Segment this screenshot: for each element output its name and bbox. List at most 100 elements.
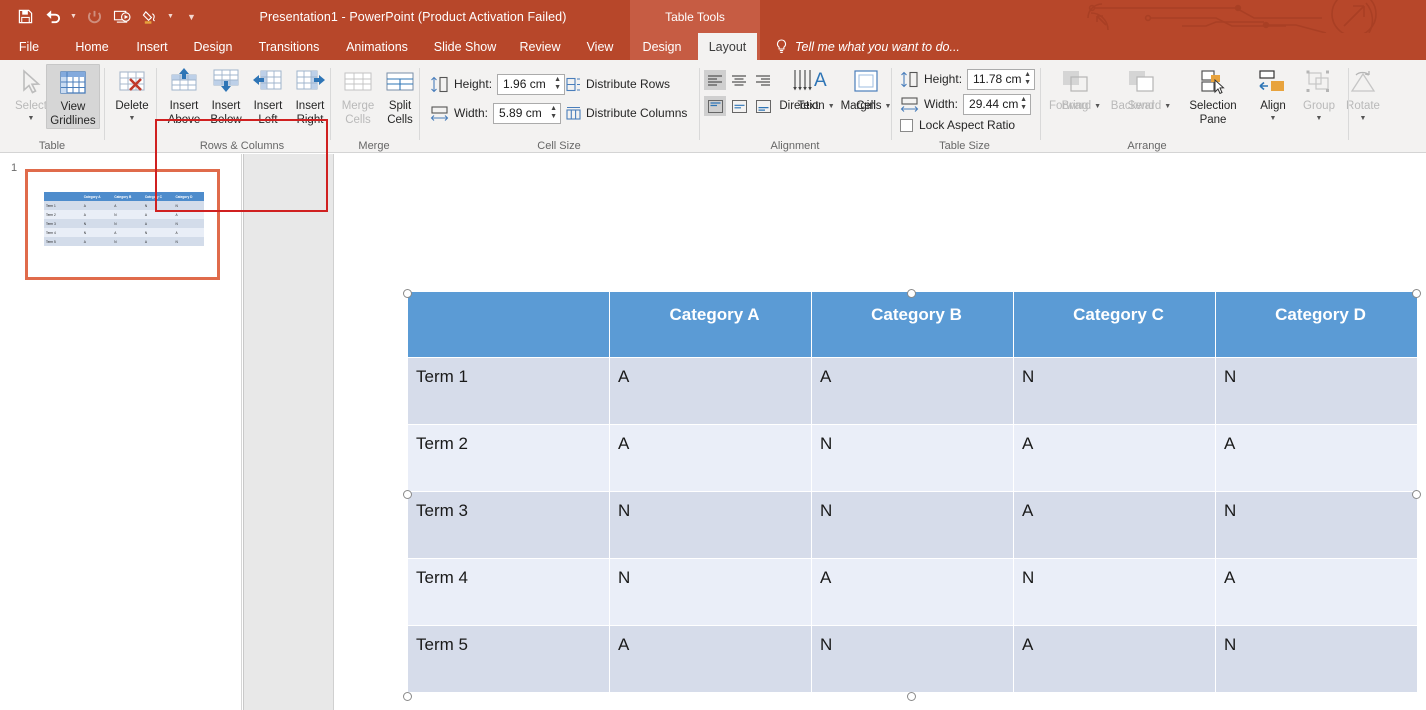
cell-width-input[interactable]: 5.89 cm ▲ ▼ <box>493 102 562 124</box>
tab-slide-show[interactable]: Slide Show <box>424 33 506 60</box>
align-objects-label: Align <box>1260 100 1286 112</box>
table-height-stepper[interactable]: ▲ ▼ <box>1024 71 1031 87</box>
table-cell[interactable]: A <box>1215 558 1418 626</box>
tab-file[interactable]: File <box>10 33 48 60</box>
table-cell[interactable]: A <box>811 357 1014 425</box>
align-center-icon[interactable] <box>728 70 750 90</box>
table-cell[interactable]: A <box>1013 424 1216 492</box>
tab-design[interactable]: Design <box>183 33 243 60</box>
tab-transitions[interactable]: Transitions <box>248 33 330 60</box>
table-cell[interactable]: N <box>1215 625 1418 693</box>
tell-me-search[interactable]: Tell me what you want to do... <box>775 33 960 60</box>
svg-text:A: A <box>814 70 827 91</box>
table-cell[interactable]: Term 4 <box>407 558 610 626</box>
selection-handle-middle-left[interactable] <box>403 490 412 499</box>
table-header-cell-4[interactable]: Category D <box>1215 291 1418 358</box>
insert-row-above-icon <box>168 64 200 100</box>
delete-dropdown-caret-icon[interactable]: ▼ <box>129 114 136 123</box>
text-direction-icon: A <box>787 64 827 100</box>
ribbon-group-arrange-label: Arrange <box>1127 140 1167 152</box>
table-cell[interactable]: N <box>1013 558 1216 626</box>
group-objects-button[interactable]: Group ▼ <box>1296 64 1342 123</box>
group-objects-caret-icon[interactable]: ▼ <box>1316 114 1323 123</box>
distribute-columns-button[interactable]: Distribute Columns <box>566 102 687 124</box>
align-middle-icon[interactable] <box>728 96 750 116</box>
select-dropdown-caret-icon[interactable]: ▼ <box>28 114 35 123</box>
table-header-cell-0[interactable] <box>407 291 610 358</box>
table-cell[interactable]: Term 5 <box>407 625 610 693</box>
align-bottom-icon[interactable] <box>752 96 774 116</box>
tab-review[interactable]: Review <box>511 33 569 60</box>
table-cell[interactable]: N <box>1215 357 1418 425</box>
delete-button[interactable]: Delete ▼ <box>105 64 159 123</box>
thumbnail-cell: N <box>112 219 143 228</box>
table-cell[interactable]: N <box>1215 491 1418 559</box>
cell-height-input[interactable]: 1.96 cm ▲ ▼ <box>497 73 566 95</box>
cell-width-stepper[interactable]: ▲ ▼ <box>550 105 557 121</box>
thumbnail-row: Term 2 A N A A <box>44 210 205 219</box>
cell-height-stepper[interactable]: ▲ ▼ <box>554 76 561 92</box>
merge-cells-icon <box>342 64 374 100</box>
selection-handle-bottom-left[interactable] <box>403 692 412 701</box>
selection-pane-button[interactable]: Selection Pane <box>1182 64 1244 127</box>
ribbon-tab-strip: File Home Insert Design Transitions Anim… <box>0 33 1426 60</box>
table-cell[interactable]: Term 3 <box>407 491 610 559</box>
tab-animations[interactable]: Animations <box>334 33 420 60</box>
table-width-input[interactable]: 29.44 cm ▲ ▼ <box>963 93 1032 115</box>
thumbnail-cell: N <box>142 228 174 237</box>
table-cell[interactable]: A <box>811 558 1014 626</box>
panel-splitter-bar[interactable] <box>243 154 244 710</box>
rotate-objects-caret-icon[interactable]: ▼ <box>1360 114 1367 123</box>
table-header-cell-1[interactable]: Category A <box>609 291 812 358</box>
slide-canvas[interactable]: Category A Category B Category C Categor… <box>334 163 1426 703</box>
selection-handle-top-right[interactable] <box>1412 289 1421 298</box>
table-cell[interactable]: A <box>1013 491 1216 559</box>
tab-table-design[interactable]: Design <box>634 33 690 60</box>
table-header-cell-3[interactable]: Category C <box>1013 291 1216 358</box>
table-cell[interactable]: A <box>609 357 812 425</box>
align-top-icon[interactable] <box>704 96 726 116</box>
text-direction-label-line1: Text <box>797 100 819 112</box>
thumbnail-cell: N <box>81 219 113 228</box>
view-gridlines-button[interactable]: View Gridlines <box>46 64 100 129</box>
table-cell[interactable]: A <box>1013 625 1216 693</box>
align-left-icon[interactable] <box>704 70 726 90</box>
table-cell[interactable]: A <box>609 625 812 693</box>
align-right-icon[interactable] <box>752 70 774 90</box>
insert-right-button[interactable]: Insert Right <box>283 64 337 127</box>
table-cell[interactable]: N <box>811 491 1014 559</box>
table-width-stepper[interactable]: ▲ ▼ <box>1020 96 1027 112</box>
align-objects-button[interactable]: Align ▼ <box>1250 64 1296 123</box>
table-height-input[interactable]: 11.78 cm ▲ ▼ <box>967 68 1036 90</box>
table-cell[interactable]: A <box>1215 424 1418 492</box>
selection-handle-top-center[interactable] <box>907 289 916 298</box>
table-cell[interactable]: N <box>811 424 1014 492</box>
table-cell[interactable]: Term 2 <box>407 424 610 492</box>
tab-insert[interactable]: Insert <box>126 33 178 60</box>
table-cell[interactable]: N <box>609 491 812 559</box>
view-gridlines-label-line1: View <box>60 101 86 113</box>
table-cell[interactable]: Term 1 <box>407 357 610 425</box>
lock-aspect-ratio-checkbox[interactable]: Lock Aspect Ratio <box>900 118 1015 132</box>
align-objects-caret-icon[interactable]: ▼ <box>1270 114 1277 123</box>
table-cell[interactable]: A <box>609 424 812 492</box>
insert-right-label-line1: Insert <box>295 100 325 112</box>
distribute-rows-button[interactable]: Distribute Rows <box>566 73 670 95</box>
slide-thumbnail-1[interactable]: Category A Category B Category C Categor… <box>25 169 220 280</box>
table-header-cell-2[interactable]: Category B <box>811 291 1014 358</box>
tab-view[interactable]: View <box>576 33 624 60</box>
table-cell[interactable]: N <box>811 625 1014 693</box>
tab-home[interactable]: Home <box>62 33 122 60</box>
selection-handle-middle-right[interactable] <box>1412 490 1421 499</box>
tab-table-layout[interactable]: Layout <box>698 33 757 60</box>
rotate-objects-button[interactable]: Rotate ▼ <box>1340 64 1386 123</box>
table-cell[interactable]: N <box>1013 357 1216 425</box>
thumbnail-header-row: Category A Category B Category C Categor… <box>44 192 205 201</box>
ribbon-separator-8 <box>1348 68 1349 140</box>
selection-handle-bottom-center[interactable] <box>907 692 916 701</box>
panel-splitter[interactable] <box>243 154 334 710</box>
selection-handle-top-left[interactable] <box>403 289 412 298</box>
slide-table[interactable]: Category A Category B Category C Categor… <box>407 291 1418 693</box>
split-cells-label-line2: Cells <box>387 113 413 126</box>
table-cell[interactable]: N <box>609 558 812 626</box>
